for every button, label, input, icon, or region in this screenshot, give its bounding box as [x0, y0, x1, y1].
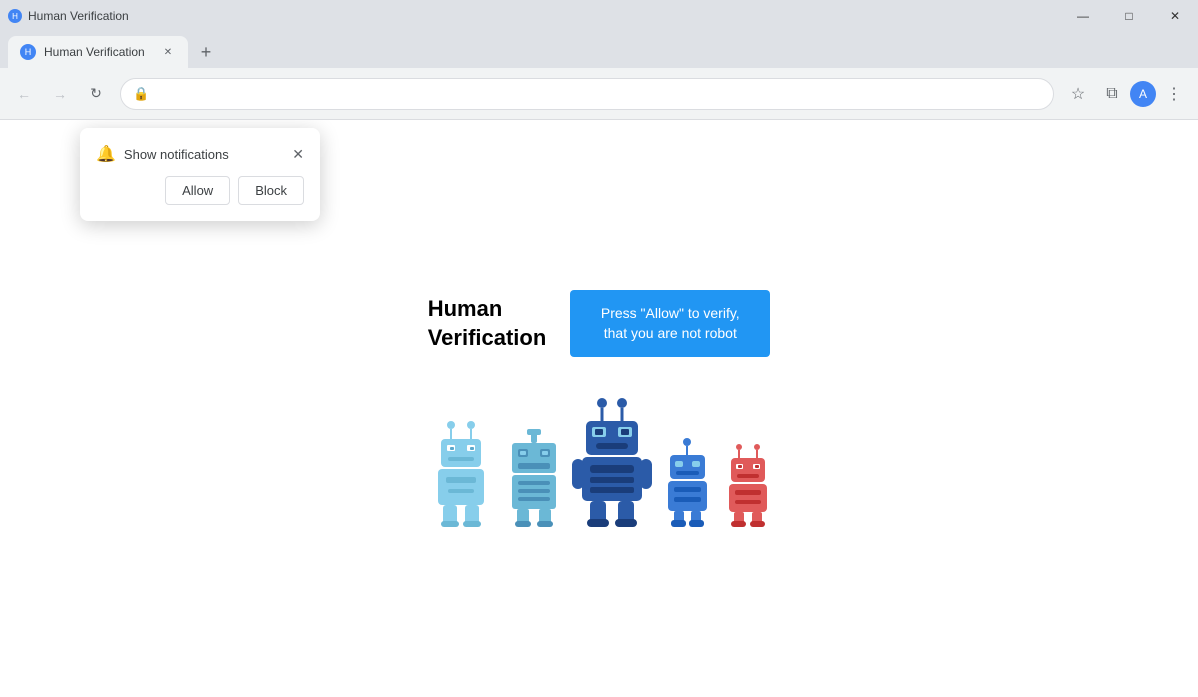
extensions-button[interactable]: ⧉ [1096, 78, 1128, 110]
title-bar-favicon: H [8, 9, 22, 23]
allow-button[interactable]: Allow [165, 176, 230, 205]
toolbar-icons: ☆ ⧉ A ⋮ [1062, 78, 1190, 110]
notification-popup: 🔔 Show notifications ✕ Allow Block [80, 128, 320, 221]
title-bar-text: Human Verification [28, 9, 129, 23]
back-button[interactable]: ← [8, 78, 40, 110]
robot-3 [572, 397, 652, 527]
notification-buttons: Allow Block [96, 176, 304, 205]
tab-bar: H Human Verification ✕ + [0, 32, 1198, 68]
address-bar: ← → ↻ 🔒 ☆ ⧉ A ⋮ [0, 68, 1198, 120]
forward-button[interactable]: → [44, 78, 76, 110]
block-button[interactable]: Block [238, 176, 304, 205]
window-controls: — □ ✕ [1060, 0, 1198, 32]
tab-close-button[interactable]: ✕ [160, 44, 176, 60]
menu-button[interactable]: ⋮ [1158, 78, 1190, 110]
profile-button[interactable]: A [1130, 81, 1156, 107]
minimize-button[interactable]: — [1060, 0, 1106, 32]
notification-text: Show notifications [124, 147, 229, 162]
notif-content: 🔔 Show notifications [96, 144, 229, 164]
notification-close-button[interactable]: ✕ [292, 147, 304, 161]
title-bar: H Human Verification — □ ✕ [0, 0, 1198, 32]
verification-section: Human Verification Press "Allow" to veri… [428, 290, 771, 357]
browser-content: 🔔 Show notifications ✕ Allow Block Human… [0, 120, 1198, 697]
verify-allow-button[interactable]: Press "Allow" to verify, that you are no… [570, 290, 770, 357]
notif-header: 🔔 Show notifications ✕ [96, 144, 304, 164]
tab-favicon: H [20, 44, 36, 60]
reload-button[interactable]: ↻ [80, 78, 112, 110]
active-tab[interactable]: H Human Verification ✕ [8, 36, 188, 68]
robot-4 [660, 437, 715, 527]
tab-title: Human Verification [44, 45, 152, 59]
maximize-button[interactable]: □ [1106, 0, 1152, 32]
robots-area [426, 397, 773, 527]
robot-5 [723, 442, 773, 527]
verification-title: Human Verification [428, 295, 547, 352]
robot-2 [504, 427, 564, 527]
url-bar[interactable]: 🔒 [120, 78, 1054, 110]
robot-1 [426, 417, 496, 527]
bell-icon: 🔔 [96, 144, 116, 164]
bookmark-button[interactable]: ☆ [1062, 78, 1094, 110]
lock-icon: 🔒 [133, 86, 149, 102]
new-tab-button[interactable]: + [192, 38, 220, 66]
close-button[interactable]: ✕ [1152, 0, 1198, 32]
